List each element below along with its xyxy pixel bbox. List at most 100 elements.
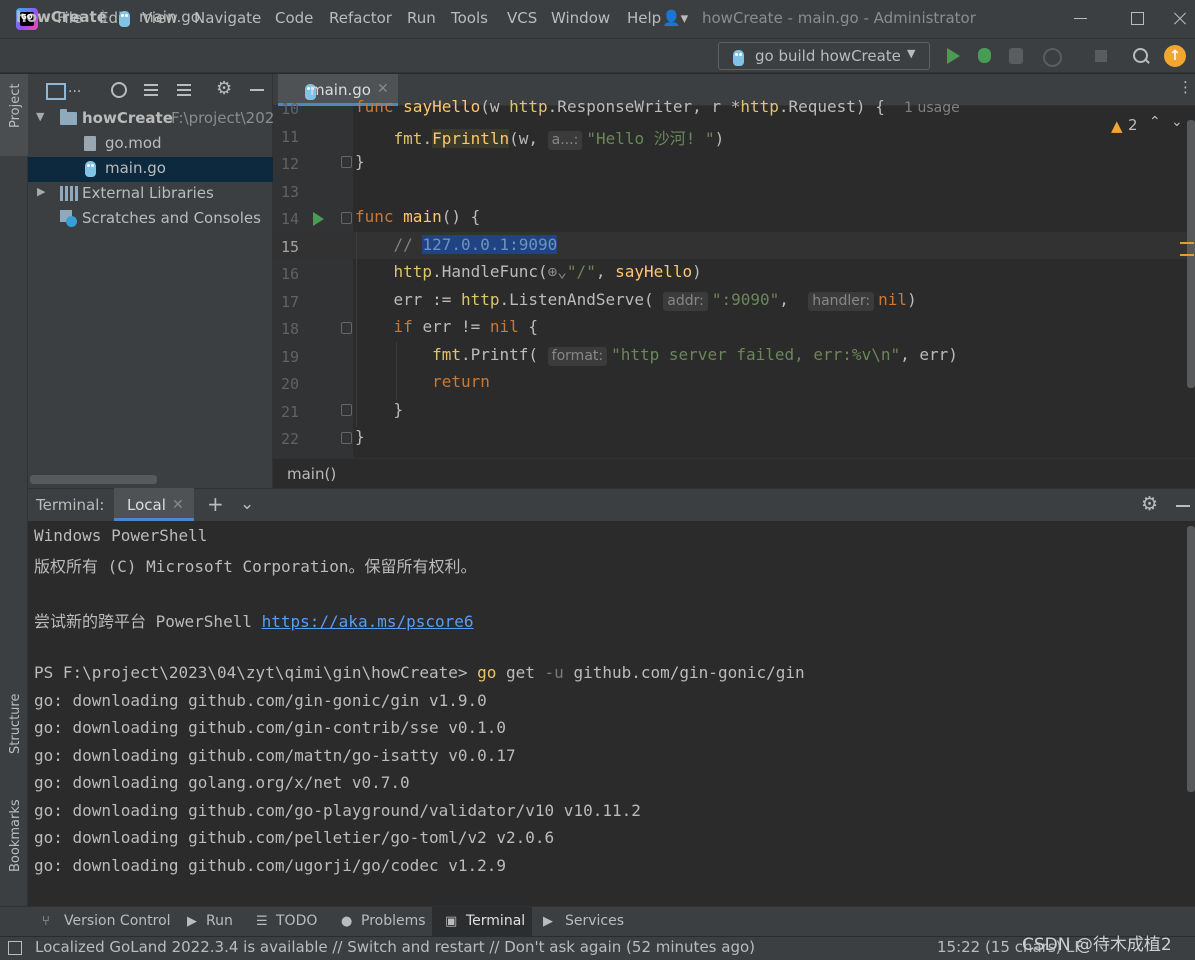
expand-all-icon[interactable] bbox=[142, 81, 160, 99]
terminal-line: go: downloading github.com/pelletier/go-… bbox=[34, 828, 555, 847]
todo-icon: ☰ bbox=[256, 914, 268, 929]
menu-navigate[interactable]: Navigate bbox=[194, 9, 261, 27]
terminal-prompt: PS F:\project\2023\04\zyt\qimi\gin\howCr… bbox=[34, 663, 805, 682]
tool-terminal[interactable]: Terminal bbox=[466, 913, 525, 929]
tool-version-control[interactable]: Version Control bbox=[64, 913, 171, 929]
scrollbar-marker bbox=[1180, 242, 1194, 244]
profile-icon[interactable] bbox=[1040, 45, 1062, 67]
tree-item-label: go.mod bbox=[105, 134, 162, 152]
hide-panel-icon[interactable] bbox=[248, 81, 266, 99]
run-configuration-select[interactable]: go build howCreate ▼ bbox=[718, 42, 930, 70]
services-icon: ▶ bbox=[543, 914, 553, 929]
more-options-icon[interactable]: ⋮ bbox=[1178, 78, 1193, 96]
line-number: 16 bbox=[280, 265, 299, 283]
tool-tab-bookmarks[interactable]: Bookmarks bbox=[8, 799, 23, 872]
maximize-icon[interactable] bbox=[1125, 7, 1149, 31]
project-horizontal-scrollbar[interactable] bbox=[30, 475, 157, 484]
fold-icon[interactable] bbox=[341, 322, 352, 334]
go-file-icon bbox=[119, 10, 130, 27]
user-icon[interactable]: 👤▾ bbox=[662, 9, 688, 27]
menu-code[interactable]: Code bbox=[275, 9, 313, 27]
debug-icon[interactable] bbox=[974, 45, 996, 67]
function-breadcrumb[interactable]: main() bbox=[287, 465, 336, 483]
run-gutter-icon[interactable] bbox=[313, 212, 324, 226]
powershell-link[interactable]: https://aka.ms/pscore6 bbox=[262, 612, 474, 631]
terminal-line: 版权所有 (C) Microsoft Corporation。保留所有权利。 bbox=[34, 557, 477, 576]
fold-icon[interactable] bbox=[341, 404, 352, 416]
tool-tab-project-label: Project bbox=[8, 83, 23, 128]
menu-help[interactable]: Help bbox=[627, 9, 661, 27]
terminal-header bbox=[28, 488, 1195, 521]
tool-problems[interactable]: Problems bbox=[361, 913, 426, 929]
breadcrumb-file[interactable]: main.go bbox=[139, 8, 200, 26]
tree-item-scratches[interactable]: Scratches and Consoles bbox=[28, 207, 273, 232]
chevron-up-icon[interactable]: ⌃ bbox=[1149, 114, 1161, 130]
warning-icon[interactable]: ▲ bbox=[1111, 117, 1123, 135]
collapse-all-icon[interactable] bbox=[175, 81, 193, 99]
chevron-right-icon: ▶ bbox=[37, 185, 46, 198]
code-editor[interactable] bbox=[353, 106, 1195, 458]
go-config-icon bbox=[733, 49, 744, 66]
stop-icon[interactable] bbox=[1090, 45, 1112, 67]
tree-item-main-go[interactable]: main.go bbox=[28, 157, 273, 182]
code-line-19: fmt.Printf( format: "http server failed, … bbox=[432, 345, 958, 366]
terminal-line: 尝试新的跨平台 PowerShell https://aka.ms/pscore… bbox=[34, 612, 474, 631]
add-terminal-icon[interactable]: + bbox=[207, 492, 224, 516]
tree-item-label: External Libraries bbox=[82, 184, 214, 202]
close-icon[interactable] bbox=[1168, 7, 1192, 31]
terminal-line: go: downloading github.com/gin-gonic/gin… bbox=[34, 691, 487, 710]
update-icon[interactable]: ↑ bbox=[1164, 45, 1186, 67]
tab-close-icon[interactable]: ✕ bbox=[172, 497, 184, 513]
tree-item-go-mod[interactable]: go.mod bbox=[28, 132, 273, 157]
terminal-tab-label: Local bbox=[127, 496, 166, 514]
project-view-label[interactable]: ... bbox=[68, 80, 81, 96]
terminal-vertical-scrollbar[interactable] bbox=[1187, 526, 1195, 792]
minimize-icon[interactable] bbox=[1068, 7, 1092, 31]
panel-toggle-icon[interactable] bbox=[8, 941, 22, 955]
folder-icon bbox=[60, 109, 77, 125]
line-number: 22 bbox=[280, 430, 299, 448]
project-view-icon[interactable] bbox=[46, 81, 66, 100]
line-number: 10 bbox=[280, 100, 299, 118]
terminal-line: go: downloading golang.org/x/net v0.7.0 bbox=[34, 773, 410, 792]
search-icon[interactable] bbox=[1130, 45, 1152, 67]
code-line-17: err := http.ListenAndServe( addr: ":9090"… bbox=[355, 290, 917, 311]
fold-icon[interactable] bbox=[341, 432, 352, 444]
gear-icon[interactable] bbox=[216, 78, 234, 99]
menu-run[interactable]: Run bbox=[407, 9, 436, 27]
code-line-22: } bbox=[355, 427, 365, 446]
terminal-output[interactable] bbox=[28, 521, 1195, 906]
hide-panel-icon[interactable] bbox=[1176, 505, 1190, 507]
run-icon[interactable] bbox=[942, 45, 964, 67]
line-number: 14 bbox=[280, 210, 299, 228]
fold-icon[interactable] bbox=[341, 212, 352, 224]
tree-item-project-root[interactable]: ▼ howCreate F:\project\202 bbox=[28, 107, 274, 132]
status-message[interactable]: Localized GoLand 2022.3.4 is available /… bbox=[35, 938, 755, 956]
line-number: 12 bbox=[280, 155, 299, 173]
scratches-icon bbox=[60, 210, 77, 227]
menu-vcs[interactable]: VCS bbox=[507, 9, 537, 27]
coverage-icon[interactable] bbox=[1006, 45, 1028, 67]
menu-tools[interactable]: Tools bbox=[451, 9, 488, 27]
tool-services[interactable]: Services bbox=[565, 913, 624, 929]
locate-icon[interactable] bbox=[110, 81, 128, 99]
code-line-20: return bbox=[432, 372, 490, 391]
menu-window[interactable]: Window bbox=[551, 9, 610, 27]
tool-todo[interactable]: TODO bbox=[276, 913, 317, 929]
code-line-21: } bbox=[355, 400, 404, 419]
tool-tab-structure[interactable]: Structure bbox=[8, 694, 23, 754]
window-title: howCreate - main.go - Administrator bbox=[702, 9, 976, 27]
warning-count[interactable]: 2 bbox=[1128, 116, 1138, 134]
go-mod-file-icon bbox=[84, 136, 96, 151]
tab-close-icon[interactable]: ✕ bbox=[377, 81, 389, 97]
tool-run[interactable]: Run bbox=[206, 913, 233, 929]
tree-item-external-libraries[interactable]: ▶ External Libraries bbox=[28, 182, 273, 207]
run-icon: ▶ bbox=[187, 914, 197, 929]
chevron-down-icon[interactable]: ⌄ bbox=[1171, 114, 1183, 130]
line-number: 13 bbox=[280, 183, 299, 201]
fold-icon[interactable] bbox=[341, 156, 352, 168]
menu-refactor[interactable]: Refactor bbox=[329, 9, 392, 27]
gear-icon[interactable]: ⚙ bbox=[1141, 493, 1158, 515]
chevron-down-icon[interactable]: ⌄ bbox=[240, 494, 254, 514]
editor-vertical-scrollbar[interactable] bbox=[1187, 120, 1195, 388]
